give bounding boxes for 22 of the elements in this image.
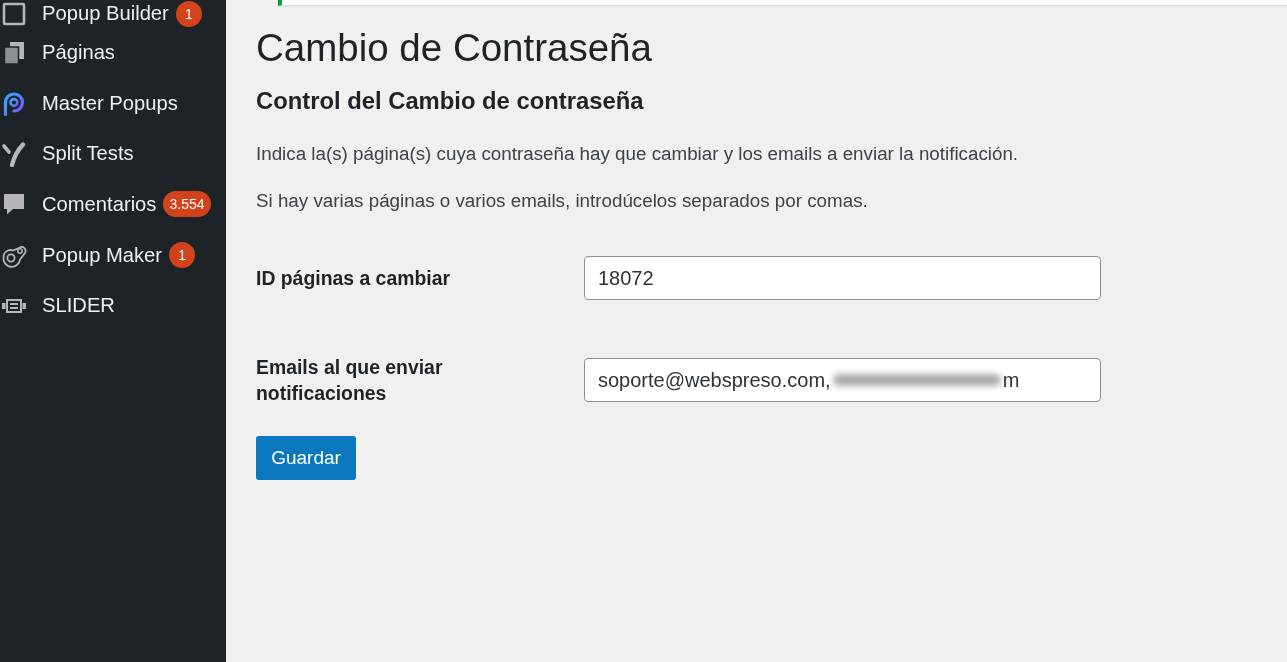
sidebar-item[interactable]: Master Popups (0, 78, 226, 129)
square-outline-icon (1, 0, 27, 27)
sidebar-item[interactable]: Split Tests (0, 128, 226, 180)
input-field[interactable]: 18072 (584, 256, 1101, 300)
field-label: ID páginas a cambiar (256, 266, 451, 291)
count-badge: 1 (175, 0, 202, 27)
count-badge: 1 (169, 242, 196, 269)
sidebar-item[interactable]: Popup Builder 1 (0, 0, 226, 28)
description-text: Indica la(s) página(s) cuya contraseña hay que cambiar y los emails a enviar la notificación. (256, 142, 1019, 166)
sidebar-item[interactable]: Comentarios 3.554 (0, 179, 226, 230)
ring-logo-icon (1, 90, 27, 117)
input-field[interactable]: soporte@webspreso.com, m (584, 358, 1101, 402)
sidebar-item[interactable]: Páginas (0, 27, 226, 78)
y-shape-icon (1, 140, 27, 167)
section-title: Control del Cambio de contraseña (256, 86, 644, 116)
count-badge: 3.554 (163, 191, 211, 218)
description-text: Si hay varias páginas o varios emails, introdúcelos separados por comas. (256, 189, 868, 213)
field-label: Emails al que enviar notificaciones (256, 355, 444, 406)
save-button[interactable]: Guardar (256, 436, 356, 480)
sidebar-item[interactable]: Popup Maker 1 (0, 229, 226, 281)
page-title: Cambio de Contraseña (256, 26, 652, 70)
sidebar-item[interactable]: SLIDER (0, 280, 226, 331)
